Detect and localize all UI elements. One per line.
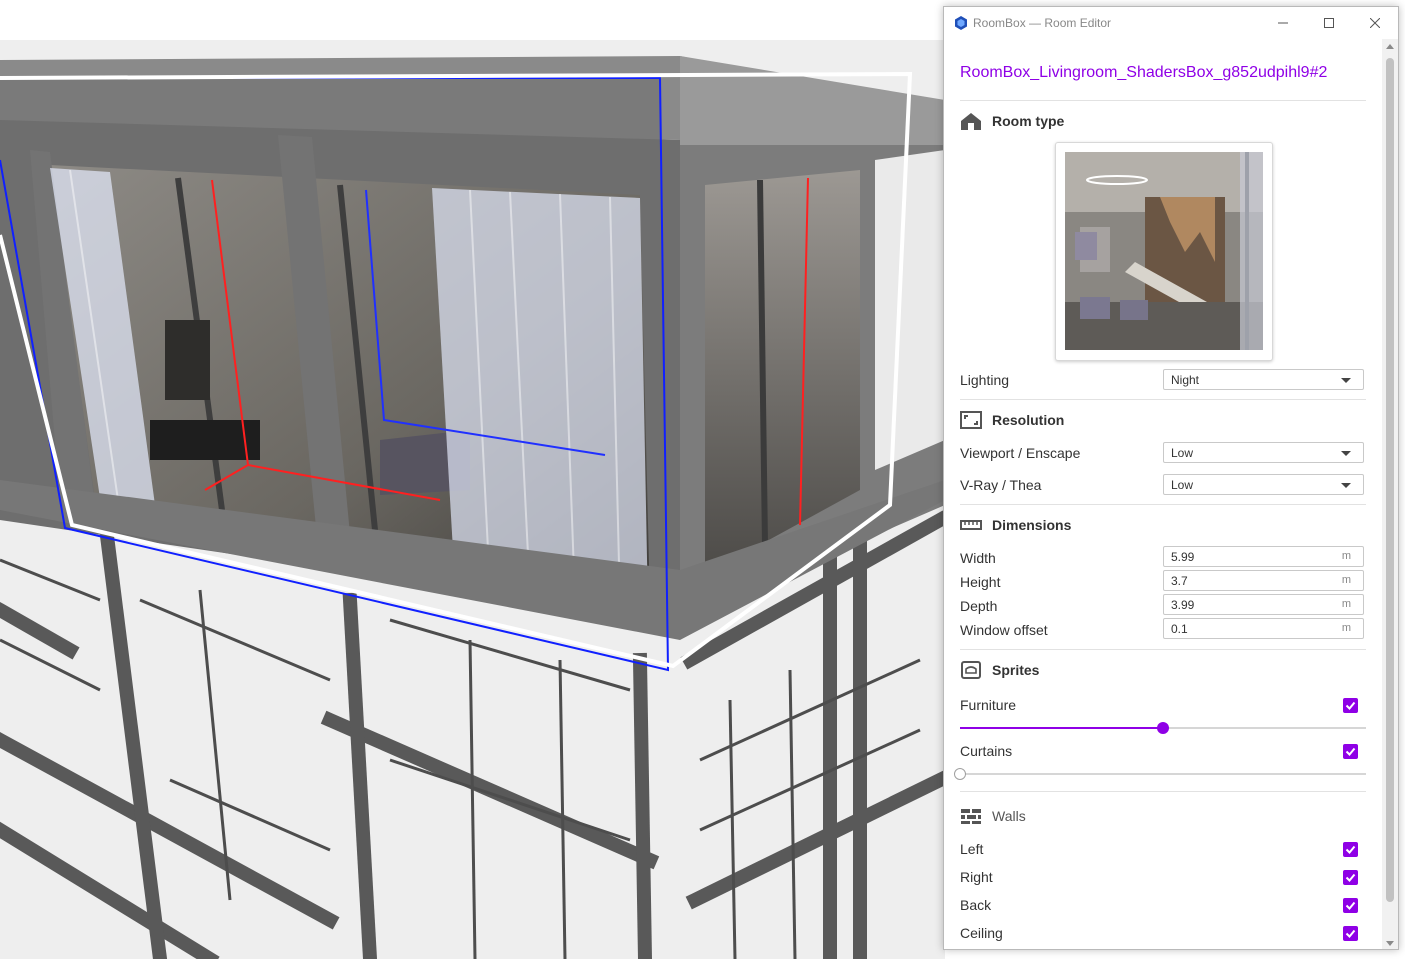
furniture-label: Furniture [960,697,1017,713]
checkmark-icon [1345,701,1356,710]
house-icon [960,111,984,131]
wall-left-label: Left [960,841,984,857]
checkmark-icon [1345,873,1356,882]
minimize-icon [1278,22,1288,24]
wall-back-checkbox[interactable] [1343,898,1358,913]
wall-left-checkbox[interactable] [1343,842,1358,857]
scrollbar[interactable] [1382,39,1398,949]
wall-back-label: Back [960,897,992,913]
furniture-slider[interactable] [960,722,1366,734]
scroll-up-arrow-icon[interactable] [1386,44,1394,49]
room-type-card[interactable] [1055,142,1273,361]
furniture-slider-thumb[interactable] [1157,722,1169,734]
walls-header: Walls [960,806,1026,826]
unit-label: m [1341,574,1351,586]
resolution-title: Resolution [992,412,1065,428]
vray-resolution-select[interactable]: Low [1163,474,1364,495]
divider [960,399,1366,400]
dimensions-header: Dimensions [960,515,1071,535]
dimensions-title: Dimensions [992,517,1072,533]
vray-resolution-value: Low [1171,478,1194,492]
divider [960,504,1366,505]
width-value: 5.99 [1171,550,1195,564]
checkmark-icon [1345,929,1356,938]
sprites-header: Sprites [960,660,1039,680]
curtains-slider-thumb[interactable] [954,768,966,780]
unit-label: m [1341,622,1351,634]
checkmark-icon [1345,845,1356,854]
editor-content: RoomBox_Livingroom_ShadersBox_g852udpihl… [954,39,1366,949]
chevron-down-icon [1341,451,1351,456]
viewport-label: Viewport / Enscape [960,445,1081,461]
chevron-down-icon [1341,378,1351,383]
checkmark-icon [1345,747,1356,756]
divider [960,649,1366,650]
checkmark-icon [1345,901,1356,910]
walls-title: Walls [992,808,1026,824]
roombox-app-icon [955,16,967,30]
wall-ceiling-checkbox[interactable] [1343,926,1358,941]
resolution-header: Resolution [960,410,1064,430]
depth-label: Depth [960,598,998,614]
lighting-label: Lighting [960,372,1010,388]
height-value: 3.7 [1171,574,1188,588]
divider [960,791,1366,792]
room-editor-window: RoomBox — Room Editor RoomBox_Livingroom… [943,6,1399,950]
room-type-title: Room type [992,113,1065,129]
room-preview-image [1065,152,1263,350]
sprites-icon [960,660,984,680]
window-offset-value: 0.1 [1171,622,1188,636]
close-button[interactable] [1352,7,1398,39]
depth-input[interactable]: 3.99 m [1163,594,1364,615]
sprites-title: Sprites [992,662,1040,678]
furniture-checkbox[interactable] [1343,698,1358,713]
divider [960,100,1366,101]
window-offset-label: Window offset [960,622,1048,638]
curtains-slider[interactable] [954,768,1366,780]
title-bar[interactable]: RoomBox — Room Editor [944,7,1398,39]
resolution-icon [960,410,984,430]
close-icon [1370,18,1380,28]
vray-label: V-Ray / Thea [960,477,1042,493]
window-offset-input[interactable]: 0.1 m [1163,618,1364,639]
chevron-down-icon [1341,483,1351,488]
height-label: Height [960,574,1001,590]
wall-ceiling-label: Ceiling [960,925,1003,941]
maximize-button[interactable] [1306,7,1352,39]
room-type-header: Room type [960,111,1064,131]
wall-right-checkbox[interactable] [1343,870,1358,885]
height-input[interactable]: 3.7 m [1163,570,1364,591]
viewport-resolution-select[interactable]: Low [1163,442,1364,463]
walls-icon [960,806,984,826]
scroll-down-arrow-icon[interactable] [1386,941,1394,946]
curtains-checkbox[interactable] [1343,744,1358,759]
scrollbar-thumb[interactable] [1386,58,1394,902]
window-title: RoomBox — Room Editor [973,16,1112,30]
room-name-title: RoomBox_Livingroom_ShadersBox_g852udpihl… [960,64,1328,81]
ruler-icon [960,515,984,535]
unit-label: m [1341,598,1351,610]
maximize-icon [1324,18,1334,28]
viewport-resolution-value: Low [1171,446,1194,460]
wall-right-label: Right [960,869,993,885]
unit-label: m [1341,550,1351,562]
furniture-slider-fill [960,727,1163,729]
curtains-label: Curtains [960,743,1013,759]
lighting-select[interactable]: Night [1163,369,1364,390]
depth-value: 3.99 [1171,598,1195,612]
width-input[interactable]: 5.99 m [1163,546,1364,567]
minimize-button[interactable] [1260,7,1306,39]
width-label: Width [960,550,996,566]
lighting-value: Night [1171,373,1200,387]
